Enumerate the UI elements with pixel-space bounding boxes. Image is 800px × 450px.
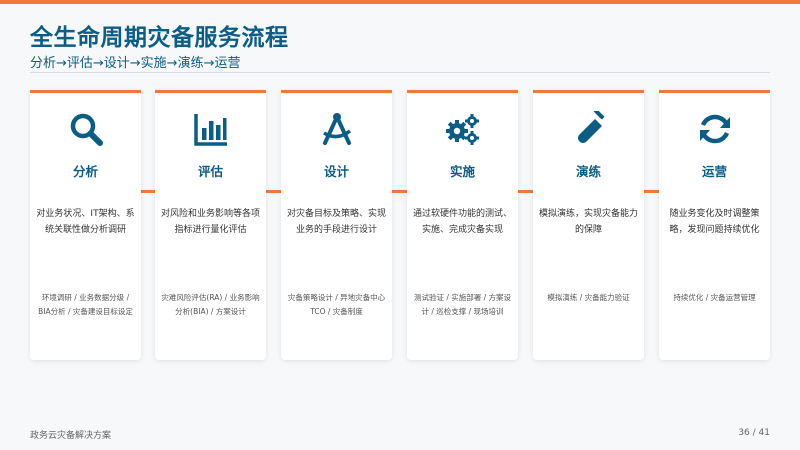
compass-icon [281,111,392,147]
card-title: 设计 [323,164,349,179]
card-title: 评估 [197,164,223,179]
page-number: 36 / 41 [738,428,770,438]
top-accent-bar [0,0,800,4]
connector-line [141,190,155,193]
page-subtitle: 分析→评估→设计→实施→演练→运营 [30,56,241,71]
connector-line [518,190,533,193]
card-analysis: 分析 对业务状况、IT架构、系统关联性做分析调研 环境调研 / 业务数据分级 /… [30,90,141,360]
page-title: 全生命周期灾备服务流程 [30,25,289,51]
card-operation: 运营 随业务变化及时调整策略，发现问题持续优化 持续优化 / 灾备运营管理 [659,90,770,360]
footer-doc-name: 政务云灾备解决方案 [30,431,112,441]
card-tags: 测试验证 / 实施部署 / 方案设计 / 巡检支撑 / 现场培训 [413,293,512,316]
card-implementation: 实施 通过软硬件功能的测试、实施、完成灾备实现 测试验证 / 实施部署 / 方案… [407,90,518,360]
connector-line [266,190,281,193]
card-description: 随业务变化及时调整策略，发现问题持续优化 [669,209,760,235]
process-cards: 分析 对业务状况、IT架构、系统关联性做分析调研 环境调研 / 业务数据分级 /… [30,90,770,360]
search-icon [30,111,141,147]
card-title: 实施 [449,164,475,179]
card-tags: 模拟演练 / 灾备能力验证 [547,293,630,302]
card-title: 分析 [72,164,98,179]
card-drill: 演练 模拟演练，实现灾备能力的保障 模拟演练 / 灾备能力验证 [533,90,644,360]
sync-icon [659,111,770,147]
card-description: 对灾备目标及策略、实现业务的手段进行设计 [287,209,387,235]
card-title: 演练 [575,164,601,179]
connector-line [392,190,407,193]
gears-icon [407,111,518,147]
card-tags: 灾难风险评估(RA) / 业务影响分析(BIA) / 方案设计 [161,293,260,316]
card-description: 通过软硬件功能的测试、实施、完成灾备实现 [413,209,513,235]
card-tags: 持续优化 / 灾备运营管理 [673,293,756,302]
card-tags: 灾备策略设计 / 异地灾备中心TCO / 灾备制度 [287,293,386,316]
test-tube-icon [533,111,644,147]
card-description: 对风险和业务影响等各项指标进行量化评估 [161,209,261,235]
bar-chart-icon [155,111,266,147]
connector-line [644,190,659,193]
card-title: 运营 [701,164,727,179]
card-design: 设计 对灾备目标及策略、实现业务的手段进行设计 灾备策略设计 / 异地灾备中心T… [281,90,392,360]
card-assessment: 评估 对风险和业务影响等各项指标进行量化评估 灾难风险评估(RA) / 业务影响… [155,90,266,360]
title-divider [30,72,770,73]
card-tags: 环境调研 / 业务数据分级 / BIA分析 / 灾备建设目标设定 [38,293,133,316]
card-description: 模拟演练，实现灾备能力的保障 [539,209,639,235]
card-description: 对业务状况、IT架构、系统关联性做分析调研 [36,209,135,235]
